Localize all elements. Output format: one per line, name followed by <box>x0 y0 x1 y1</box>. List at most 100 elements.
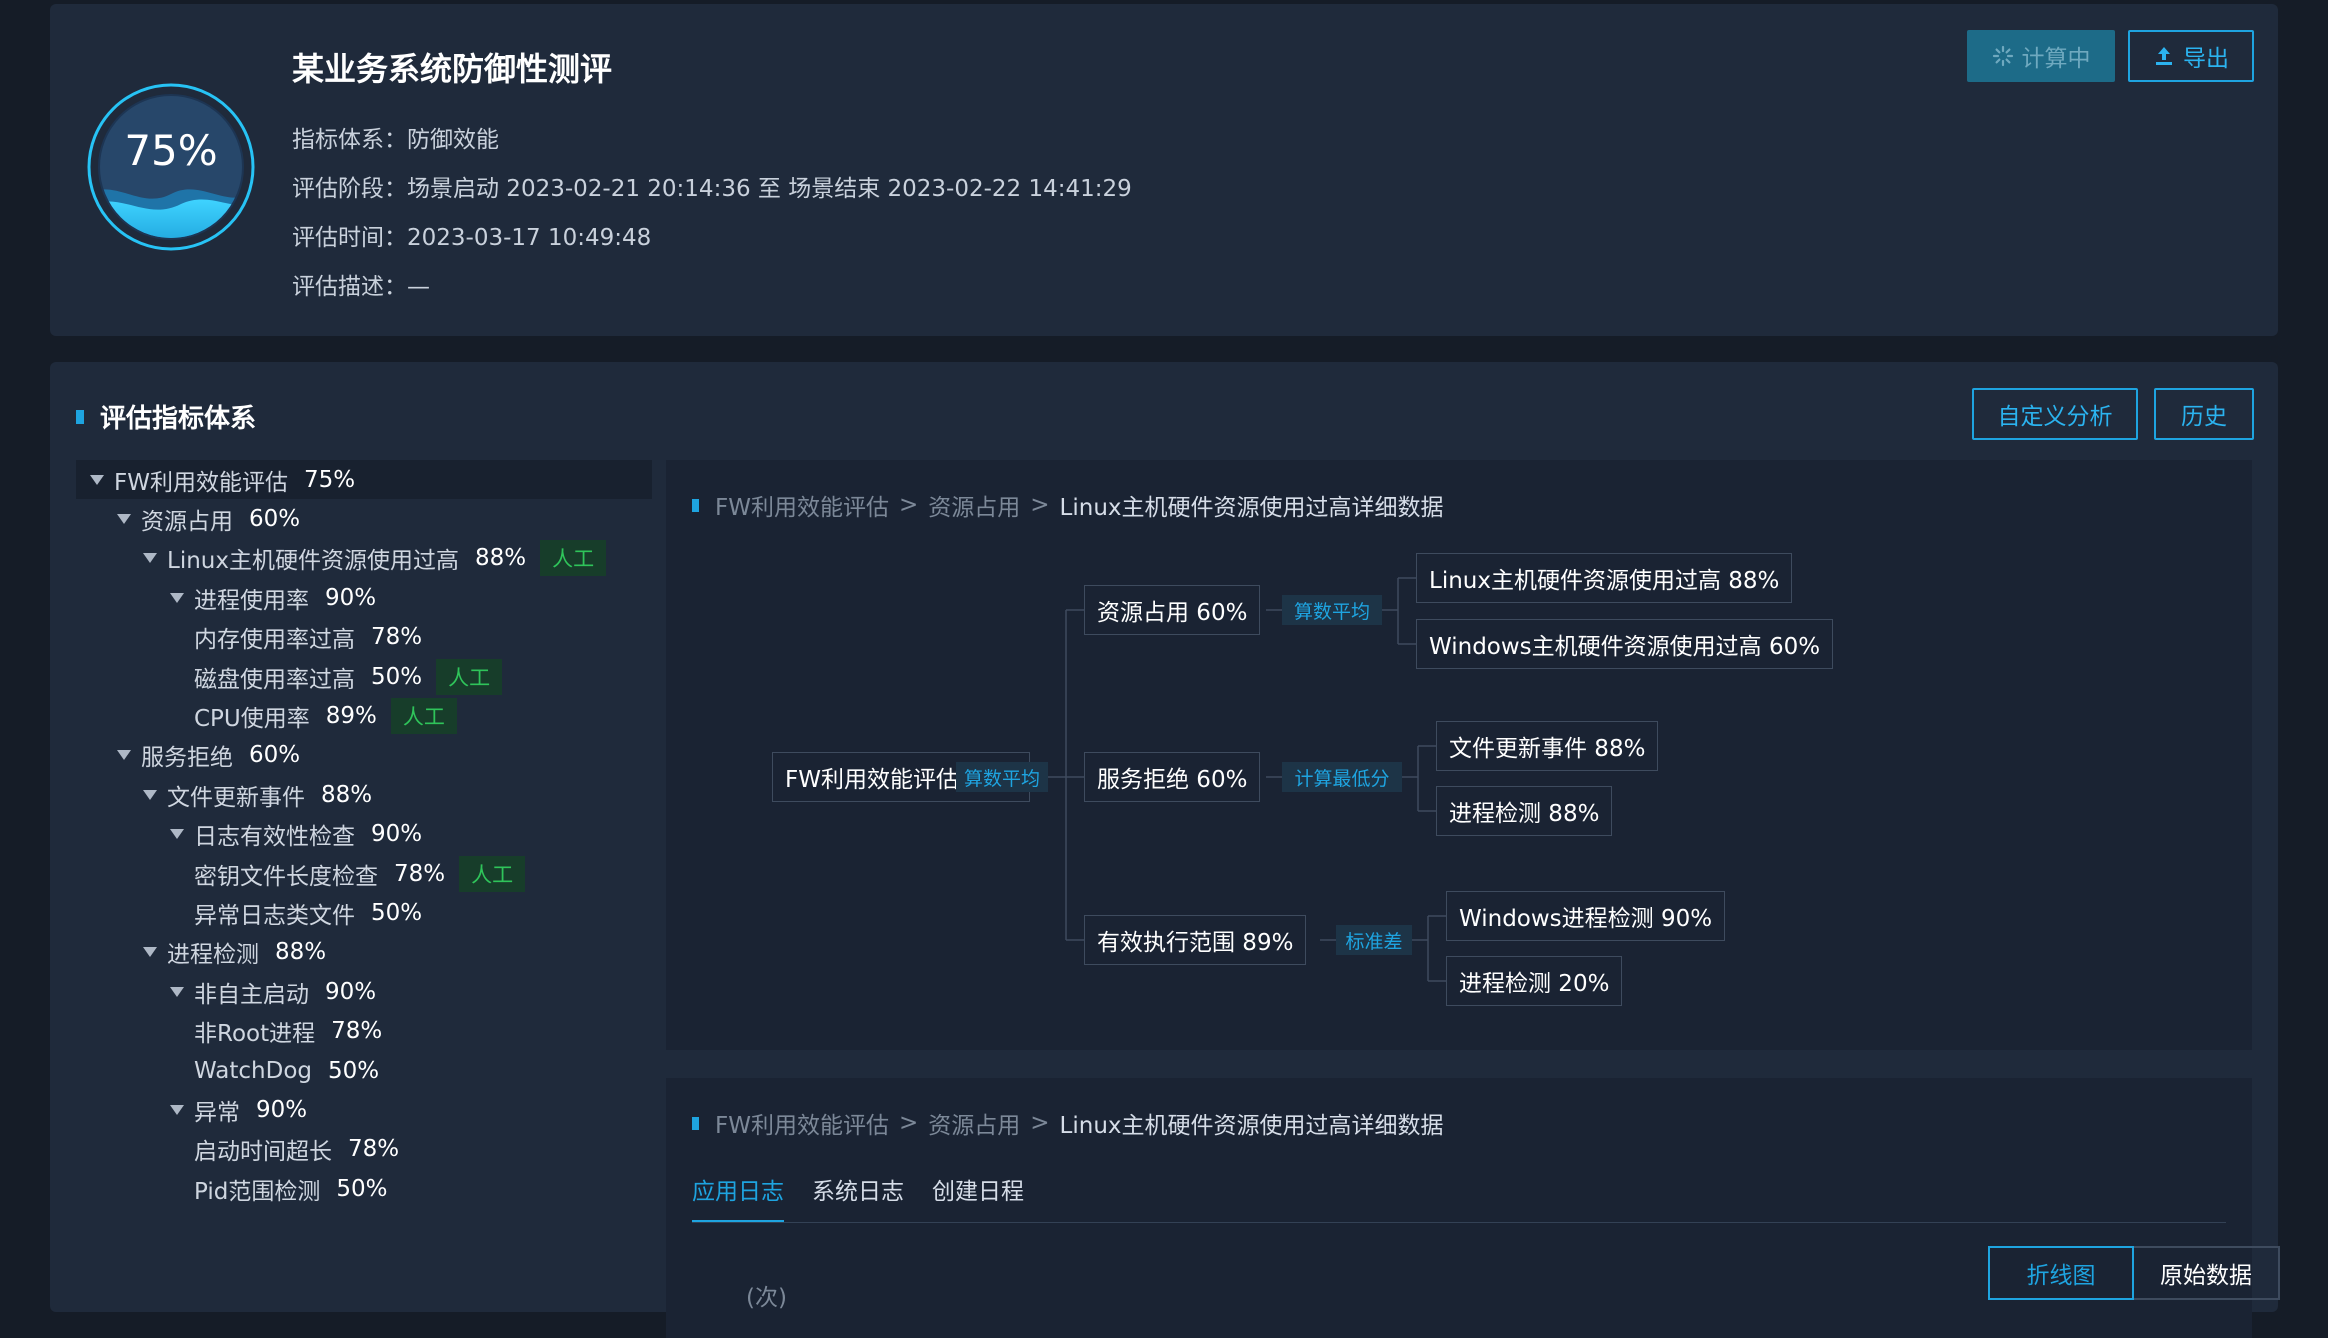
tree-node-score: 50% <box>328 1057 380 1084</box>
manual-tag: 人工 <box>459 855 526 892</box>
flow-node-denial[interactable]: 服务拒绝 60% <box>1084 752 1261 802</box>
caret-down-icon[interactable] <box>170 1104 184 1115</box>
tree-node[interactable]: 文件更新事件 88% <box>76 775 652 814</box>
tree-node-score: 50% <box>336 1175 388 1202</box>
caret-down-icon[interactable] <box>90 474 104 485</box>
tree-node[interactable]: 资源占用 60% <box>76 499 652 538</box>
tab-create-schedule[interactable]: 创建日程 <box>932 1172 1024 1223</box>
caret-down-icon[interactable] <box>143 789 157 800</box>
tree-node-label: Pid范围检测 <box>194 1178 321 1205</box>
tree-node-label: 异常 <box>194 1099 240 1126</box>
tree-node[interactable]: 进程使用率 90% <box>76 578 652 617</box>
flow-leaf-node[interactable]: 进程检测 88% <box>1436 786 1613 836</box>
meta-evaluation-stage: 评估阶段：场景启动 2023-02-21 20:14:36 至 场景结束 202… <box>292 176 1132 202</box>
tree-node-score: 88% <box>321 781 373 808</box>
export-button[interactable]: 导出 <box>2128 30 2254 82</box>
tree-node[interactable]: CPU使用率 89% 人工 <box>76 696 652 735</box>
tree-node-label: Linux主机硬件资源使用过高 <box>167 548 459 575</box>
section-title: 评估指标体系 <box>76 398 256 435</box>
tree-node[interactable]: WatchDog 50% <box>76 1051 652 1090</box>
upload-icon <box>2156 47 2172 65</box>
evaluation-index-card: 评估指标体系 自定义分析 历史 FW利用效能评估 75% 资源占用 60% Linux主… <box>50 362 2280 1338</box>
caret-down-icon[interactable] <box>117 514 131 525</box>
tree-node-label: CPU使用率 <box>194 706 310 733</box>
tree-node-label: 内存使用率过高 <box>194 627 355 654</box>
tree-node-score: 90% <box>371 821 423 848</box>
flow-leaf-node[interactable]: 进程检测 20% <box>1446 956 1623 1006</box>
caret-down-icon[interactable] <box>170 592 184 603</box>
tree-node-score: 60% <box>249 506 301 533</box>
tree-node-score: 78% <box>331 1018 383 1045</box>
index-tree: FW利用效能评估 75% 资源占用 60% Linux主机硬件资源使用过高 88% 人工 进程… <box>76 460 652 1208</box>
flow-leaf-node[interactable]: Windows主机硬件资源使用过高 60% <box>1416 619 1834 669</box>
manual-tag: 人工 <box>540 540 607 577</box>
tree-node[interactable]: 非自主启动 90% <box>76 972 652 1011</box>
flow-node-exec-range[interactable]: 有效执行范围 89% <box>1084 915 1307 965</box>
tree-node[interactable]: Linux主机硬件资源使用过高 88% 人工 <box>76 539 652 578</box>
flow-leaf-node[interactable]: 文件更新事件 88% <box>1436 721 1659 771</box>
tree-node[interactable]: 磁盘使用率过高 50% 人工 <box>76 657 652 696</box>
tree-node-score: 78% <box>348 1136 400 1163</box>
breadcrumb: FW利用效能评估 > 资源占用 > Linux主机硬件资源使用过高详细数据 <box>692 1106 1444 1140</box>
tree-node-label: 启动时间超长 <box>194 1139 332 1166</box>
tree-node[interactable]: Pid范围检测 50% <box>76 1169 652 1208</box>
tree-node-label: 非自主启动 <box>194 981 309 1008</box>
tree-node-score: 90% <box>256 1096 308 1123</box>
caret-down-icon[interactable] <box>170 986 184 997</box>
custom-analysis-button[interactable]: 自定义分析 <box>1972 388 2138 440</box>
breadcrumb-current: Linux主机硬件资源使用过高详细数据 <box>1059 1113 1444 1139</box>
meta-evaluation-time: 评估时间：2023-03-17 10:49:48 <box>292 225 652 251</box>
tree-node-label: 服务拒绝 <box>141 745 233 772</box>
flow-operator-resource: 算数平均 <box>1282 595 1382 625</box>
history-button[interactable]: 历史 <box>2154 388 2254 440</box>
page-title: 某业务系统防御性测评 <box>292 50 613 88</box>
spinner-icon <box>1992 45 2013 67</box>
tree-node-score: 90% <box>325 978 377 1005</box>
caret-down-icon[interactable] <box>117 750 131 761</box>
tree-node-score: 88% <box>474 545 527 572</box>
tree-node[interactable]: 非Root进程 78% <box>76 1011 652 1050</box>
tree-node-score: 78% <box>394 860 446 887</box>
breadcrumb-item[interactable]: FW利用效能评估 <box>715 1106 889 1140</box>
manual-tag: 人工 <box>436 658 503 695</box>
flow-leaf-node[interactable]: Linux主机硬件资源使用过高 88% <box>1416 553 1793 603</box>
tab-divider <box>692 1222 2226 1223</box>
breadcrumb-item[interactable]: 资源占用 <box>928 1106 1020 1140</box>
meta-evaluation-description: 评估描述：— <box>292 274 430 300</box>
tree-node[interactable]: FW利用效能评估 75% <box>76 460 652 500</box>
caret-down-icon[interactable] <box>143 553 157 564</box>
tree-node[interactable]: 内存使用率过高 78% <box>76 618 652 657</box>
tree-node-label: 密钥文件长度检查 <box>194 863 378 890</box>
tree-node[interactable]: 进程检测 88% <box>76 933 652 972</box>
tree-node-score: 50% <box>371 663 423 690</box>
tree-node[interactable]: 异常日志类文件 50% <box>76 893 652 932</box>
calculating-button[interactable]: 计算中 <box>1967 30 2115 82</box>
tree-node[interactable]: 日志有效性检查 90% <box>76 815 652 854</box>
line-chart-toggle[interactable]: 折线图 <box>1988 1246 2134 1300</box>
caret-down-icon[interactable] <box>170 829 184 840</box>
tree-node-label: 进程检测 <box>167 942 259 969</box>
tree-node[interactable]: 密钥文件长度检查 78% 人工 <box>76 854 652 893</box>
tab-system-log[interactable]: 系统日志 <box>812 1172 904 1223</box>
evaluation-summary-card: 75% 某业务系统防御性测评 指标体系：防御效能 评估阶段：场景启动 2023-… <box>50 4 2278 336</box>
score-gauge: 75% <box>86 82 256 252</box>
tab-app-log[interactable]: 应用日志 <box>692 1172 784 1223</box>
meta-index-system: 指标体系：防御效能 <box>292 127 499 153</box>
tree-node-score: 88% <box>275 939 327 966</box>
tree-node[interactable]: 启动时间超长 78% <box>76 1130 652 1169</box>
tree-node-score: 89% <box>325 703 377 730</box>
flow-operator-root: 算数平均 <box>956 762 1048 792</box>
flow-node-resource[interactable]: 资源占用 60% <box>1084 585 1261 635</box>
log-tabs: 应用日志 系统日志 创建日程 <box>692 1172 1052 1223</box>
caret-down-icon[interactable] <box>143 947 157 958</box>
tree-node[interactable]: 异常 90% <box>76 1090 652 1129</box>
score-value: 75% <box>124 126 218 175</box>
tree-node-label: FW利用效能评估 <box>114 469 288 496</box>
tree-node-label: 资源占用 <box>141 509 233 536</box>
tree-node[interactable]: 服务拒绝 60% <box>76 736 652 775</box>
raw-data-toggle[interactable]: 原始数据 <box>2134 1246 2280 1300</box>
flow-leaf-node[interactable]: Windows进程检测 90% <box>1446 891 1726 941</box>
chart-unit-label: (次) <box>746 1285 787 1311</box>
manual-tag: 人工 <box>390 698 457 735</box>
tree-node-label: WatchDog <box>194 1057 312 1084</box>
